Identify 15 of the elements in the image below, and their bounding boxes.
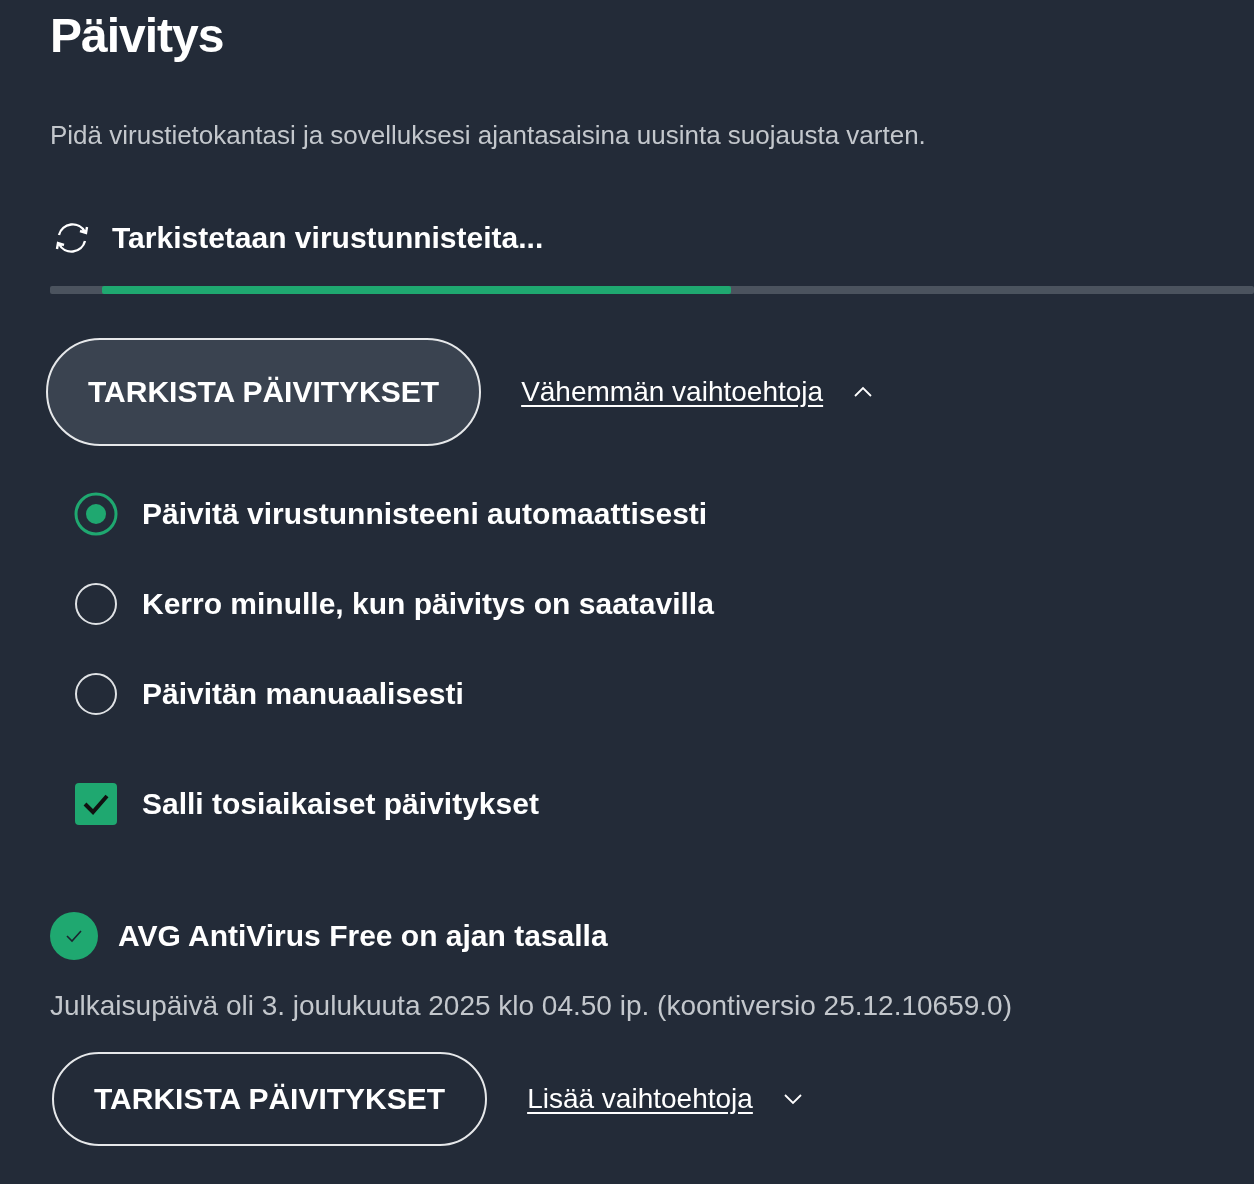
option-label[interactable]: Salli tosiaikaiset päivitykset xyxy=(142,787,539,821)
option-label[interactable]: Päivitä virustunnisteeni automaattisesti xyxy=(142,497,708,531)
status-text: Tarkistetaan virustunnisteita... xyxy=(112,221,544,255)
description: Pidä virustietokantasi ja sovelluksesi ajantasaisina uusinta suojausta varten. xyxy=(50,120,926,151)
release-info: Julkaisupäivä oli 3. joulukuuta 2025 klo 04.50 ip. (koontiversio 25.12.10659.0) xyxy=(50,990,1012,1022)
check-updates-button[interactable]: TARKISTA PÄIVITYKSET xyxy=(52,1052,488,1146)
options-link[interactable]: Vähemmän vaihtoehtoja xyxy=(521,376,874,408)
options-link[interactable]: Lisää vaihtoehtoja xyxy=(527,1083,803,1115)
radio-button[interactable] xyxy=(74,492,118,536)
app-status-text: AVG AntiVirus Free on ajan tasalla xyxy=(118,919,608,953)
option-label[interactable]: Kerro minulle, kun päivitys on saatavilla xyxy=(142,587,714,621)
page-title: Päivitys xyxy=(50,8,224,64)
option-label[interactable]: Päivitän manuaalisesti xyxy=(142,677,464,711)
check-updates-button[interactable]: TARKISTA PÄIVITYKSET xyxy=(46,338,482,446)
checkbox[interactable] xyxy=(74,782,118,826)
